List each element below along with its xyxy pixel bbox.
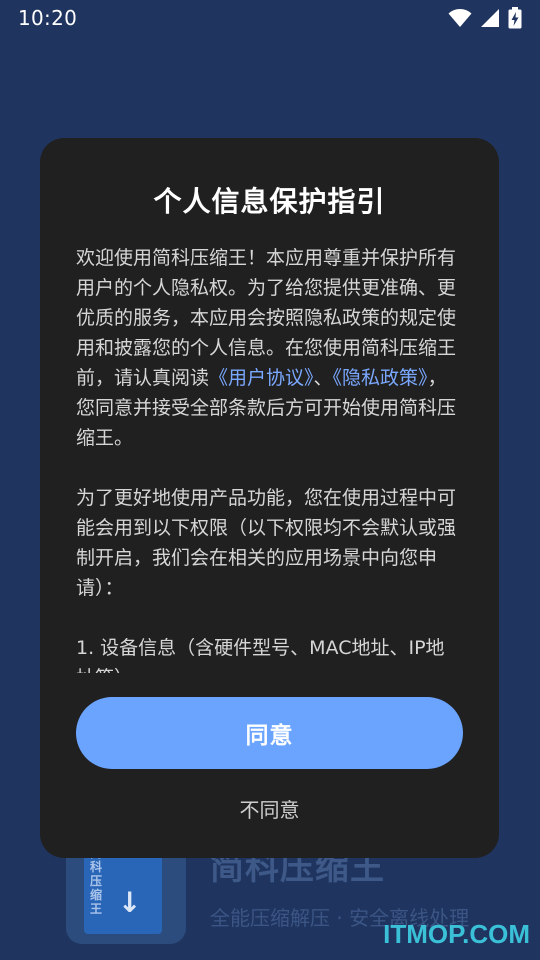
watermark: ITMOP.COM [383,919,530,949]
user-agreement-link[interactable]: 《用户协议》 [209,367,314,389]
privacy-policy-link[interactable]: 《隐私政策》 [333,367,428,389]
status-bar: 10:20 [0,0,540,36]
status-icons [448,7,522,29]
wifi-icon [448,9,472,27]
link-separator: 、 [313,367,333,389]
dialog-title: 个人信息保护指引 [153,185,386,218]
privacy-dialog: 个人信息保护指引 欢迎使用简科压缩王！本应用尊重并保护所有用户的个人隐私权。为了… [40,138,499,858]
download-arrow-icon: ↓ [118,886,142,919]
agree-button[interactable]: 同意 [76,697,463,769]
battery-charging-icon [508,7,522,29]
status-time: 10:20 [18,6,78,30]
dialog-paragraph-2: 为了更好地使用产品功能，您在使用过程中可能会用到以下权限（以下权限均不会默认或强… [76,487,456,599]
disagree-button[interactable]: 不同意 [170,788,369,828]
dialog-paragraph-1: 欢迎使用简科压缩王！本应用尊重并保护所有用户的个人隐私权。为了给您提供更准确、更… [76,243,456,453]
cellular-signal-icon [481,9,499,27]
dialog-body[interactable]: 欢迎使用简科压缩王！本应用尊重并保护所有用户的个人隐私权。为了给您提供更准确、更… [76,243,456,673]
dialog-paragraph-3: 1. 设备信息（含硬件型号、MAC地址、IP地址等） [76,637,445,673]
